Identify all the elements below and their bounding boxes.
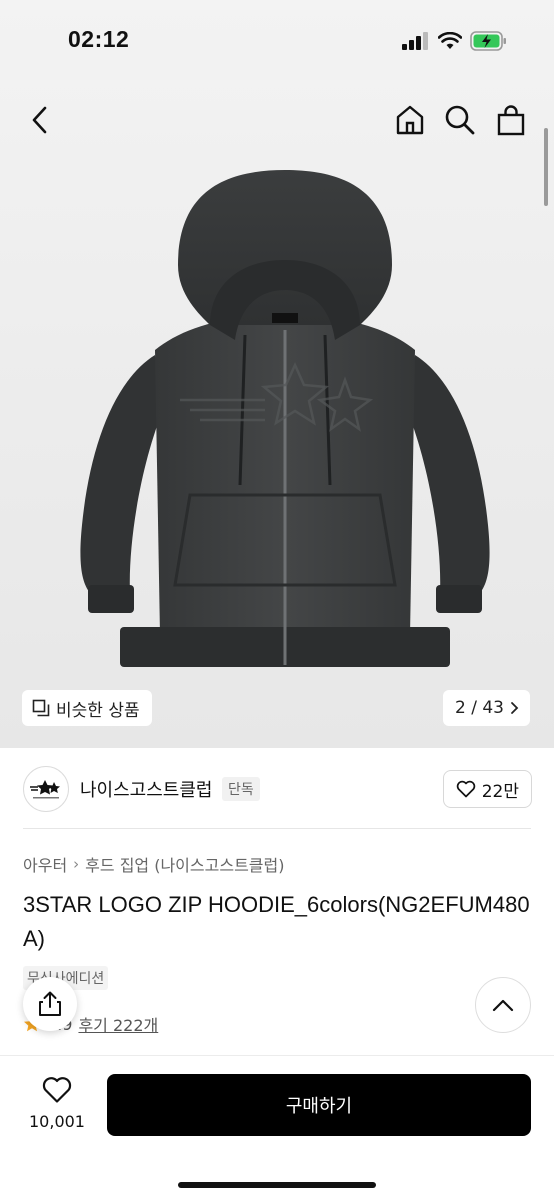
shopping-bag-icon: [497, 105, 525, 136]
brand-like-count: 22만: [481, 781, 519, 802]
top-navigation: [0, 92, 554, 148]
breadcrumb-subcategory[interactable]: 후드 집업 (나이스고스트클럽): [85, 852, 284, 876]
breadcrumb-separator-icon: ›: [73, 855, 80, 873]
home-icon: [396, 105, 424, 135]
image-counter-button[interactable]: 2 / 43: [443, 690, 530, 726]
scroll-to-top-button[interactable]: [475, 977, 531, 1033]
signal-icon: [402, 32, 428, 50]
brand-row: 나이스고스트클럽 단독 22만: [0, 760, 554, 820]
product-photo-hoodie: [80, 170, 490, 667]
reviews-link[interactable]: 후기 222개: [78, 1012, 158, 1036]
brand-name[interactable]: 나이스고스트클럽: [80, 776, 212, 802]
chevron-left-icon: [32, 106, 47, 134]
battery-charging-icon: [470, 31, 506, 51]
brand-logo[interactable]: [23, 766, 69, 812]
back-button[interactable]: [20, 100, 60, 140]
wishlist-button[interactable]: 10,001: [22, 1076, 92, 1158]
copy-icon: [32, 699, 50, 717]
heart-icon: [42, 1077, 72, 1103]
similar-products-label: 비슷한 상품: [56, 700, 140, 721]
status-bar: 02:12: [0, 0, 554, 80]
heart-icon: [456, 780, 475, 798]
product-image-gallery[interactable]: 02:12 비슷한 상품 2 / 43: [0, 0, 554, 748]
wifi-icon: [438, 32, 462, 49]
wishlist-count: 10,001: [29, 1112, 85, 1131]
breadcrumb: 아우터 › 후드 집업 (나이스고스트클럽): [23, 852, 284, 876]
chevron-up-icon: [492, 999, 514, 1012]
search-button[interactable]: [440, 100, 480, 140]
divider: [23, 828, 531, 829]
image-counter-label: 2 / 43: [455, 698, 504, 718]
buy-button[interactable]: 구매하기: [107, 1074, 531, 1136]
status-icons: [402, 30, 508, 52]
status-time: 02:12: [68, 26, 130, 52]
exclusive-badge: 단독: [222, 777, 260, 801]
brand-like-button[interactable]: 22만: [442, 770, 532, 808]
home-indicator: [178, 1182, 376, 1188]
similar-products-button[interactable]: 비슷한 상품: [22, 690, 152, 726]
breadcrumb-category[interactable]: 아우터: [23, 852, 67, 876]
brand-star-logo-icon: [30, 780, 60, 799]
share-button[interactable]: [23, 977, 77, 1031]
search-icon: [445, 105, 475, 135]
product-title: 3STAR LOGO ZIP HOODIE_6colors(NG2EFUM480…: [23, 892, 530, 951]
share-icon: [39, 991, 61, 1016]
cart-button[interactable]: [491, 100, 531, 140]
chevron-right-icon: [511, 702, 519, 714]
home-button[interactable]: [390, 100, 430, 140]
bottom-action-bar: 10,001 구매하기: [0, 1055, 554, 1201]
